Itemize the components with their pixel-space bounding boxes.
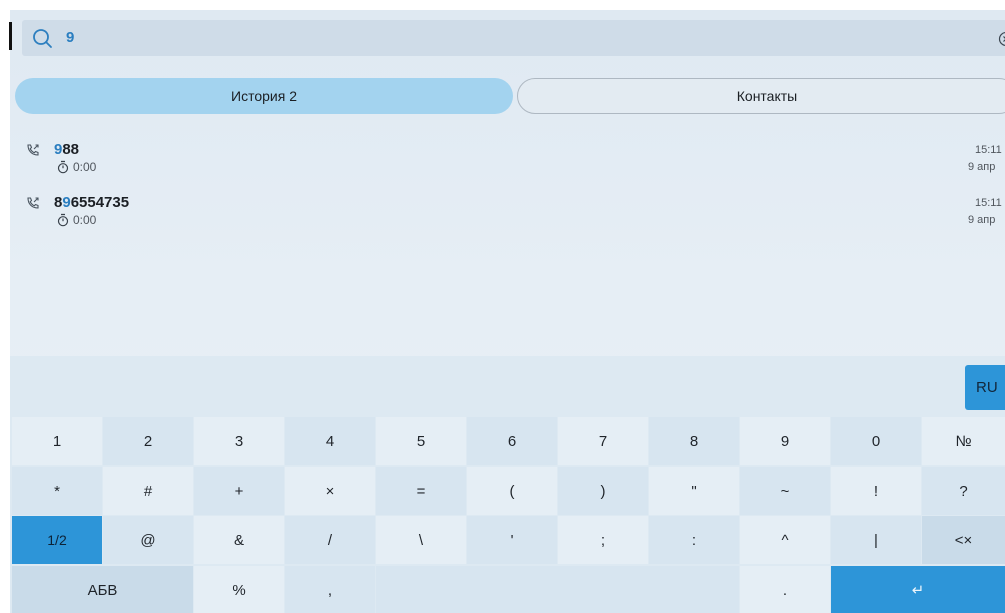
key-question[interactable]: ?: [922, 467, 1005, 515]
key-percent[interactable]: %: [194, 566, 284, 613]
clear-search-icon[interactable]: [998, 31, 1005, 47]
key-equals[interactable]: =: [376, 467, 466, 515]
key-paren-open[interactable]: (: [467, 467, 557, 515]
key-6[interactable]: 6: [467, 417, 557, 465]
key-at[interactable]: @: [103, 516, 193, 564]
key-3[interactable]: 3: [194, 417, 284, 465]
page-toggle-key[interactable]: 1/2: [12, 516, 102, 564]
stopwatch-icon: [57, 160, 69, 174]
alphabet-key[interactable]: АБВ: [12, 566, 193, 613]
search-match: 9: [62, 194, 71, 211]
phone-screen: 9 История 2 Контакты 988 0:00 15:11 9 ап…: [10, 10, 1005, 613]
key-comma[interactable]: ,: [285, 566, 375, 613]
key-pipe[interactable]: |: [831, 516, 921, 564]
call-time: 15:11: [975, 144, 1002, 156]
enter-key[interactable]: ↵: [831, 566, 1005, 613]
key-hash[interactable]: #: [103, 467, 193, 515]
key-paren-close[interactable]: ): [558, 467, 648, 515]
call-date: 9 апр: [968, 161, 996, 173]
key-1[interactable]: 1: [12, 417, 102, 465]
call-list-item[interactable]: 896554735 0:00 15:11 9 апр: [10, 190, 1005, 242]
search-input[interactable]: 9: [66, 29, 74, 46]
key-slash[interactable]: /: [285, 516, 375, 564]
outgoing-call-icon: [27, 144, 39, 156]
text-cursor: [9, 22, 12, 50]
tab-contacts[interactable]: Контакты: [517, 78, 1005, 114]
key-caret[interactable]: ^: [740, 516, 830, 564]
key-9[interactable]: 9: [740, 417, 830, 465]
search-bar[interactable]: 9: [22, 20, 1005, 56]
call-list-item[interactable]: 988 0:00 15:11 9 апр: [10, 137, 1005, 189]
key-apostrophe[interactable]: ': [467, 516, 557, 564]
call-duration: 0:00: [73, 160, 97, 174]
call-duration: 0:00: [73, 213, 97, 227]
stopwatch-icon: [57, 213, 69, 227]
key-ampersand[interactable]: &: [194, 516, 284, 564]
key-0[interactable]: 0: [831, 417, 921, 465]
window-frame-left: [0, 0, 10, 613]
key-asterisk[interactable]: *: [12, 467, 102, 515]
key-7[interactable]: 7: [558, 417, 648, 465]
key-quote[interactable]: ": [649, 467, 739, 515]
key-plus[interactable]: +: [194, 467, 284, 515]
key-numero[interactable]: №: [922, 417, 1005, 465]
key-semicolon[interactable]: ;: [558, 516, 648, 564]
key-period[interactable]: .: [740, 566, 830, 613]
tab-history[interactable]: История 2: [15, 78, 513, 114]
key-backslash[interactable]: \: [376, 516, 466, 564]
space-key[interactable]: [376, 566, 739, 613]
window-frame-top: [0, 0, 1005, 10]
key-multiply[interactable]: ×: [285, 467, 375, 515]
outgoing-call-icon: [27, 197, 39, 209]
key-4[interactable]: 4: [285, 417, 375, 465]
key-exclamation[interactable]: !: [831, 467, 921, 515]
call-number: 896554735: [54, 194, 130, 211]
call-number: 988: [54, 141, 80, 158]
call-date: 9 апр: [968, 214, 996, 226]
key-8[interactable]: 8: [649, 417, 739, 465]
on-screen-keyboard: RU 1 2 3 4 5 6 7 8 9 0 № * # + × = ( ) "…: [10, 356, 1005, 613]
language-key[interactable]: RU: [965, 365, 1005, 410]
search-icon: [33, 29, 52, 48]
key-5[interactable]: 5: [376, 417, 466, 465]
key-tilde[interactable]: ~: [740, 467, 830, 515]
key-colon[interactable]: :: [649, 516, 739, 564]
backspace-key[interactable]: <×: [922, 516, 1005, 564]
key-2[interactable]: 2: [103, 417, 193, 465]
call-time: 15:11: [975, 197, 1002, 209]
